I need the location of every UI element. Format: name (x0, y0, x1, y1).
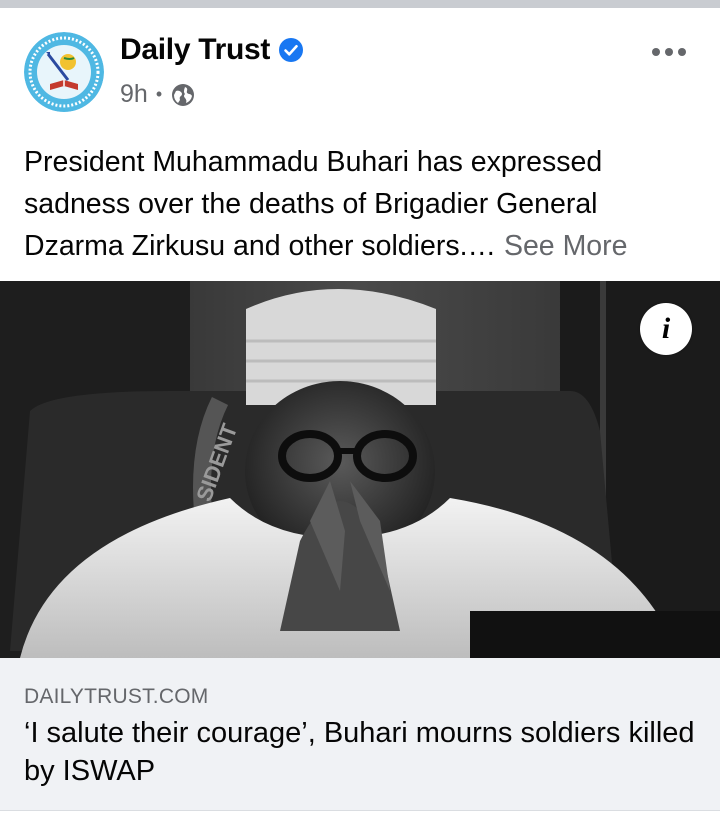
buhari-photo: SIDENT (0, 281, 720, 658)
page-name[interactable]: Daily Trust (120, 33, 270, 67)
post-photo[interactable]: SIDENT i (0, 281, 720, 658)
page-name-row: Daily Trust (120, 33, 304, 67)
info-button[interactable]: i (640, 303, 692, 355)
see-more-link[interactable]: See More (504, 230, 628, 262)
globe-icon (170, 82, 196, 108)
divider (0, 810, 720, 811)
link-title: ‘I salute their courage’, Buhari mourns … (24, 717, 695, 787)
post-meta: 9h • (120, 80, 196, 109)
verified-badge-icon (278, 37, 304, 63)
feed-separator (0, 0, 720, 8)
dot (665, 48, 673, 56)
page-avatar[interactable] (24, 32, 104, 112)
post-header: Daily Trust 9h • (0, 8, 720, 138)
link-preview[interactable]: DAILYTRUST.COM ‘I salute their courage’,… (0, 658, 720, 810)
dot (652, 48, 660, 56)
post-timestamp[interactable]: 9h (120, 80, 148, 109)
daily-trust-logo-icon (24, 32, 104, 112)
post-message: President Muhammadu Buhari has expressed… (24, 141, 704, 267)
meta-separator: • (155, 84, 163, 104)
dot (678, 48, 686, 56)
link-domain: DAILYTRUST.COM (24, 685, 209, 708)
post-options-button[interactable] (652, 48, 686, 56)
info-icon: i (661, 312, 671, 345)
